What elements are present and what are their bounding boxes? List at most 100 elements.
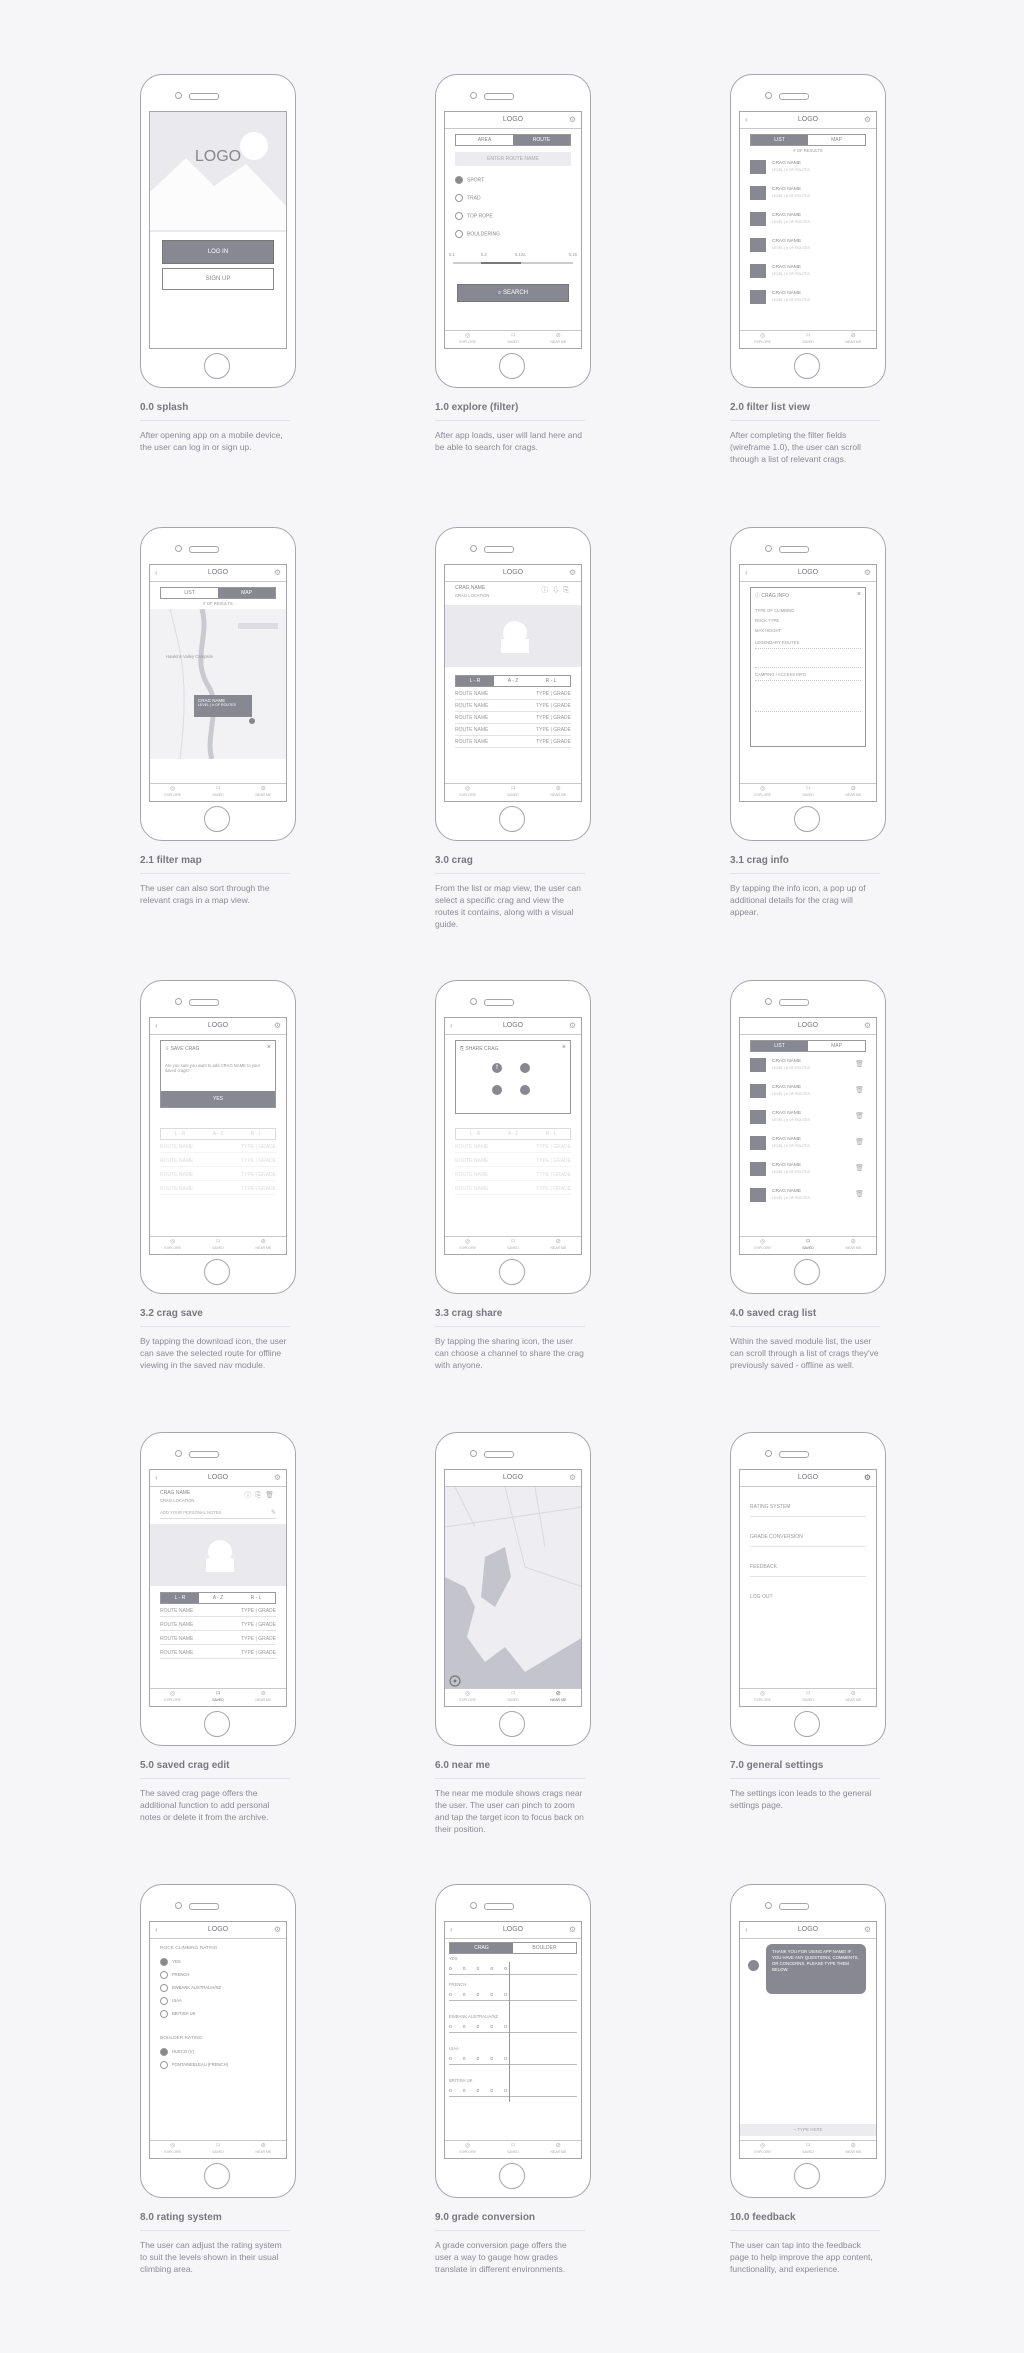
share-icon[interactable]: ⎘ — [563, 587, 573, 594]
radio-trad[interactable]: TRAD — [455, 194, 481, 202]
grade-slider[interactable] — [453, 262, 573, 264]
paperclip-icon[interactable]: ⌁ — [793, 2127, 796, 2132]
notes-input[interactable]: ADD YOUR PERSONAL NOTES ✎ — [160, 1508, 276, 1519]
nav-saved[interactable]: ⌑ SAVED — [195, 1689, 240, 1706]
menu-log-out[interactable]: LOG OUT — [750, 1594, 866, 1606]
near-me-map[interactable] — [445, 1487, 582, 1691]
radio-top-rope[interactable]: TOP ROPE — [455, 212, 493, 220]
settings-gear-icon[interactable]: ⚙ — [274, 1018, 281, 1034]
route-row[interactable]: ROUTE NAME TYPE | GRADE — [455, 703, 571, 712]
radio-french[interactable]: FRENCH — [160, 1971, 189, 1979]
crag-boulder-toggle[interactable]: CRAG BOULDER — [449, 1942, 577, 1954]
map-callout[interactable]: CRAG NAME LEVEL | # OF ROUTES — [194, 695, 252, 717]
login-button[interactable]: LOG IN — [162, 240, 274, 264]
nav-explore[interactable]: ◎ EXPLORE — [150, 2141, 195, 2158]
nav-explore[interactable]: ◎ EXPLORE — [445, 331, 490, 348]
close-icon[interactable]: × — [267, 1044, 271, 1051]
email-icon[interactable] — [520, 1085, 530, 1095]
list-item[interactable]: CRAG NAME LEVEL | # OF ROUTES 🗑 — [750, 1082, 866, 1102]
radio-yds[interactable]: YDS — [160, 1958, 181, 1966]
nav-saved[interactable]: ⌑ SAVED — [195, 1237, 240, 1254]
back-icon[interactable]: ‹ — [155, 1018, 158, 1034]
list-item[interactable]: CRAG NAME LEVEL | # OF ROUTES 🗑 — [750, 1160, 866, 1180]
nav-saved[interactable]: ⌑ SAVED — [785, 1237, 830, 1254]
back-icon[interactable]: ‹ — [745, 1922, 748, 1938]
radio-font[interactable]: FONTAINEBLEAU (FRENCH) — [160, 2061, 228, 2069]
nav-explore[interactable]: ◎ EXPLORE — [740, 2141, 785, 2158]
settings-gear-icon[interactable]: ⚙ — [569, 112, 576, 128]
nav-near-me[interactable]: ⊘ NEAR ME — [241, 2141, 286, 2158]
nav-near-me[interactable]: ⊘ NEAR ME — [536, 2141, 581, 2158]
settings-gear-icon[interactable]: ⚙ — [569, 1470, 576, 1486]
facebook-icon[interactable]: f — [492, 1063, 502, 1073]
edit-pencil-icon[interactable]: ✎ — [271, 1508, 276, 1518]
nav-near-me[interactable]: ⊘ NEAR ME — [536, 1689, 581, 1706]
nav-near-me[interactable]: ⊘ NEAR ME — [241, 1689, 286, 1706]
settings-gear-icon[interactable]: ⚙ — [864, 565, 871, 581]
scale-slider-yds[interactable]: ooooo — [449, 1966, 577, 1975]
nav-near-me[interactable]: ⊘ NEAR ME — [536, 331, 581, 348]
tab-list[interactable]: LIST — [161, 588, 218, 598]
radio-uiaa[interactable]: UIAA — [160, 1997, 182, 2005]
conversion-marker[interactable] — [509, 1962, 510, 2102]
nav-saved[interactable]: ⌑ SAVED — [785, 2141, 830, 2158]
settings-gear-icon[interactable]: ⚙ — [274, 565, 281, 581]
nav-explore[interactable]: ◎ EXPLORE — [445, 2141, 490, 2158]
list-item[interactable]: CRAG NAME LEVEL | # OF ROUTES 🗑 — [750, 1186, 866, 1206]
menu-rating-system[interactable]: RATING SYSTEM — [750, 1504, 866, 1517]
back-icon[interactable]: ‹ — [155, 565, 158, 581]
sort-rl[interactable]: R - L — [532, 676, 570, 686]
tab-boulder[interactable]: BOULDER — [513, 1943, 576, 1953]
radio-ewbank[interactable]: EWBANK AUSTRALIA/NZ — [160, 1984, 221, 1992]
route-row[interactable]: ROUTE NAME TYPE | GRADE — [160, 1622, 276, 1631]
nav-saved[interactable]: ⌑ SAVED — [195, 2141, 240, 2158]
tab-list[interactable]: LIST — [751, 1041, 808, 1051]
back-icon[interactable]: ‹ — [450, 1018, 453, 1034]
radio-hueco[interactable]: HUECO (V) — [160, 2048, 194, 2056]
nav-near-me[interactable]: ⊘ NEAR ME — [831, 331, 876, 348]
settings-gear-icon[interactable]: ⚙ — [864, 112, 871, 128]
scale-slider-french[interactable]: ooooo — [449, 1992, 577, 2001]
nav-explore[interactable]: ◎ EXPLORE — [740, 1237, 785, 1254]
tab-list[interactable]: LIST — [751, 135, 808, 145]
list-map-toggle[interactable]: LIST MAP — [160, 587, 276, 599]
list-item[interactable]: CRAG NAME LEVEL | # OF ROUTES — [750, 288, 866, 308]
route-row[interactable]: ROUTE NAME TYPE | GRADE — [160, 1608, 276, 1617]
back-icon[interactable]: ‹ — [155, 1922, 158, 1938]
menu-feedback[interactable]: FEEDBACK — [750, 1564, 866, 1577]
share-icon[interactable]: ⎘ — [256, 1492, 266, 1499]
map-view[interactable] — [150, 609, 287, 759]
nav-near-me[interactable]: ⊘ NEAR ME — [536, 1237, 581, 1254]
trash-icon[interactable]: 🗑 — [855, 1112, 864, 1120]
settings-gear-icon[interactable]: ⚙ — [569, 1018, 576, 1034]
nav-explore[interactable]: ◎ EXPLORE — [150, 1237, 195, 1254]
yes-button[interactable]: YES — [161, 1091, 275, 1107]
nav-saved[interactable]: ⌑ SAVED — [490, 1689, 535, 1706]
back-icon[interactable]: ‹ — [745, 112, 748, 128]
nav-near-me[interactable]: ⊘ NEAR ME — [241, 1237, 286, 1254]
list-item[interactable]: CRAG NAME LEVEL | # OF ROUTES 🗑 — [750, 1108, 866, 1128]
trash-icon[interactable]: 🗑 — [855, 1086, 864, 1094]
search-button[interactable]: ⌕ SEARCH — [457, 284, 569, 302]
area-route-toggle[interactable]: AREA ROUTE — [455, 134, 571, 146]
nav-near-me[interactable]: ⊘ NEAR ME — [831, 1689, 876, 1706]
nav-near-me[interactable]: ⊘ NEAR ME — [536, 784, 581, 801]
sort-az[interactable]: A - Z — [494, 676, 532, 686]
nav-saved[interactable]: ⌑ SAVED — [785, 331, 830, 348]
tab-route[interactable]: ROUTE — [513, 135, 570, 145]
twitter-icon[interactable] — [492, 1085, 502, 1095]
nav-near-me[interactable]: ⊘ NEAR ME — [831, 2141, 876, 2158]
radio-sport[interactable]: SPORT — [455, 176, 484, 184]
settings-gear-icon[interactable]: ⚙ — [864, 1470, 871, 1486]
back-icon[interactable]: ‹ — [745, 565, 748, 581]
back-icon[interactable]: ‹ — [155, 1470, 158, 1486]
route-row[interactable]: ROUTE NAME TYPE | GRADE — [160, 1650, 276, 1659]
nav-saved[interactable]: ⌑ SAVED — [490, 2141, 535, 2158]
tab-crag[interactable]: CRAG — [450, 1943, 513, 1953]
route-row[interactable]: ROUTE NAME TYPE | GRADE — [455, 739, 571, 748]
nav-explore[interactable]: ◎ EXPLORE — [445, 784, 490, 801]
settings-gear-icon[interactable]: ⚙ — [274, 1470, 281, 1486]
nav-explore[interactable]: ◎ EXPLORE — [740, 784, 785, 801]
tab-map[interactable]: MAP — [808, 1041, 865, 1051]
list-item[interactable]: CRAG NAME LEVEL | # OF ROUTES 🗑 — [750, 1056, 866, 1076]
